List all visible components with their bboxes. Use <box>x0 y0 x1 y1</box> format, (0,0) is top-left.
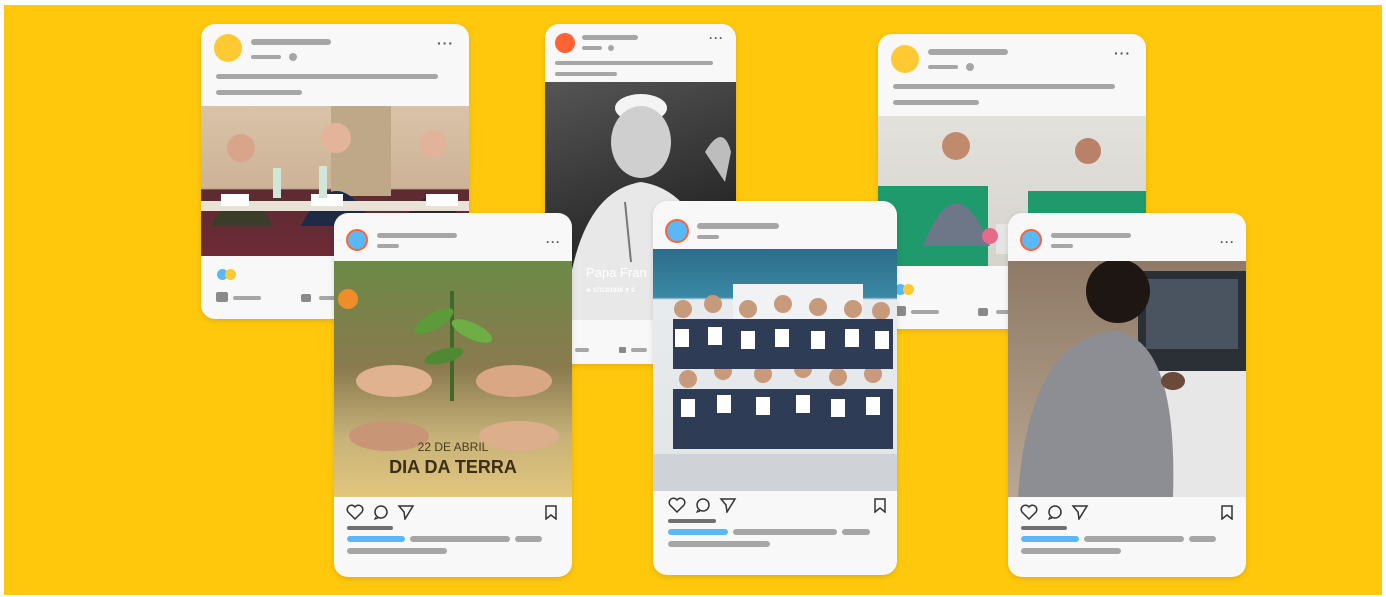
comment-icon[interactable] <box>373 504 389 520</box>
group-with-certificates-illustration <box>653 284 897 491</box>
text-placeholder <box>893 100 979 105</box>
caption-placeholder <box>733 529 837 535</box>
yellow-background: ··· ··· Papa Fran ★ 17/12/1936 ✝ 2 ··· ·… <box>4 5 1382 595</box>
avatar <box>665 219 689 243</box>
like-icon[interactable] <box>216 292 228 302</box>
more-dots-icon[interactable]: ··· <box>1220 236 1235 248</box>
avatar <box>891 45 919 73</box>
meta-placeholder <box>582 46 602 50</box>
text-placeholder <box>216 74 438 79</box>
avatar <box>346 229 368 251</box>
caption-placeholder <box>842 529 870 535</box>
action-placeholder <box>631 348 647 352</box>
meta-placeholder <box>928 65 958 69</box>
avatar <box>1020 229 1042 251</box>
meta-dot <box>289 53 297 61</box>
earth-day-date: 22 DE ABRIL <box>417 440 489 454</box>
heart-icon[interactable] <box>1020 504 1038 520</box>
avatar <box>555 33 575 53</box>
heart-icon[interactable] <box>668 497 686 513</box>
bookmark-icon[interactable] <box>544 504 558 520</box>
bookmark-icon[interactable] <box>873 497 887 513</box>
comment-icon[interactable] <box>1047 504 1063 520</box>
text-placeholder <box>893 84 1115 89</box>
caption-placeholder <box>347 548 447 554</box>
comment-bubble-icon[interactable] <box>619 347 626 353</box>
avatar <box>214 34 242 62</box>
reaction-icons <box>895 282 914 300</box>
meta-placeholder <box>377 244 399 248</box>
meta-placeholder <box>251 55 281 59</box>
send-icon[interactable] <box>397 504 415 520</box>
caption-placeholder <box>1189 536 1216 542</box>
caption-username-placeholder <box>1021 536 1079 542</box>
likes-placeholder <box>668 519 716 523</box>
pope-caption-dates: ★ 17/12/1936 ✝ 2 <box>586 288 635 294</box>
caption-placeholder <box>1084 536 1184 542</box>
meta-dot <box>966 63 974 71</box>
bookmark-icon[interactable] <box>1220 504 1234 520</box>
username-placeholder <box>377 233 457 238</box>
post-card-earth-day: ··· 22 DE ABRIL DIA DA TERRA <box>334 213 572 577</box>
comment-icon[interactable] <box>695 497 711 513</box>
username-placeholder <box>582 35 638 40</box>
username-placeholder <box>251 39 331 45</box>
more-dots-icon[interactable]: ··· <box>546 236 561 248</box>
caption-username-placeholder <box>668 529 728 535</box>
caption-placeholder <box>515 536 542 542</box>
username-placeholder <box>697 223 779 229</box>
username-placeholder <box>928 49 1008 55</box>
like-label-placeholder <box>911 310 939 314</box>
comment-bubble-icon[interactable] <box>978 308 988 316</box>
text-placeholder <box>555 61 713 65</box>
meta-dot <box>608 45 614 51</box>
more-dots-icon[interactable]: ··· <box>709 32 724 44</box>
pope-caption-name: Papa Fran <box>586 265 647 280</box>
send-icon[interactable] <box>719 497 737 513</box>
post-photo-laptop <box>1008 261 1246 497</box>
post-photo-earth-day: 22 DE ABRIL DIA DA TERRA <box>334 261 572 497</box>
caption-placeholder <box>1021 548 1121 554</box>
send-icon[interactable] <box>1071 504 1089 520</box>
text-placeholder <box>216 90 302 95</box>
caption-placeholder <box>668 541 770 547</box>
more-dots-icon[interactable]: ··· <box>437 36 454 50</box>
comment-bubble-icon[interactable] <box>301 294 311 302</box>
like-label-placeholder <box>233 296 261 300</box>
post-card-laptop: ··· <box>1008 213 1246 577</box>
action-placeholder <box>575 348 589 352</box>
meta-placeholder <box>1051 244 1073 248</box>
post-card-group <box>653 201 897 575</box>
earth-day-title: DIA DA TERRA <box>389 457 517 477</box>
post-photo-group <box>653 249 897 491</box>
heart-icon[interactable] <box>346 504 364 520</box>
reaction-icons <box>217 267 236 285</box>
girl-at-laptop-illustration <box>1018 261 1246 497</box>
likes-placeholder <box>347 526 393 530</box>
caption-placeholder <box>410 536 510 542</box>
likes-placeholder <box>1021 526 1067 530</box>
text-placeholder <box>555 72 617 76</box>
caption-username-placeholder <box>347 536 405 542</box>
meta-placeholder <box>697 235 719 239</box>
username-placeholder <box>1051 233 1131 238</box>
more-dots-icon[interactable]: ··· <box>1114 46 1131 60</box>
